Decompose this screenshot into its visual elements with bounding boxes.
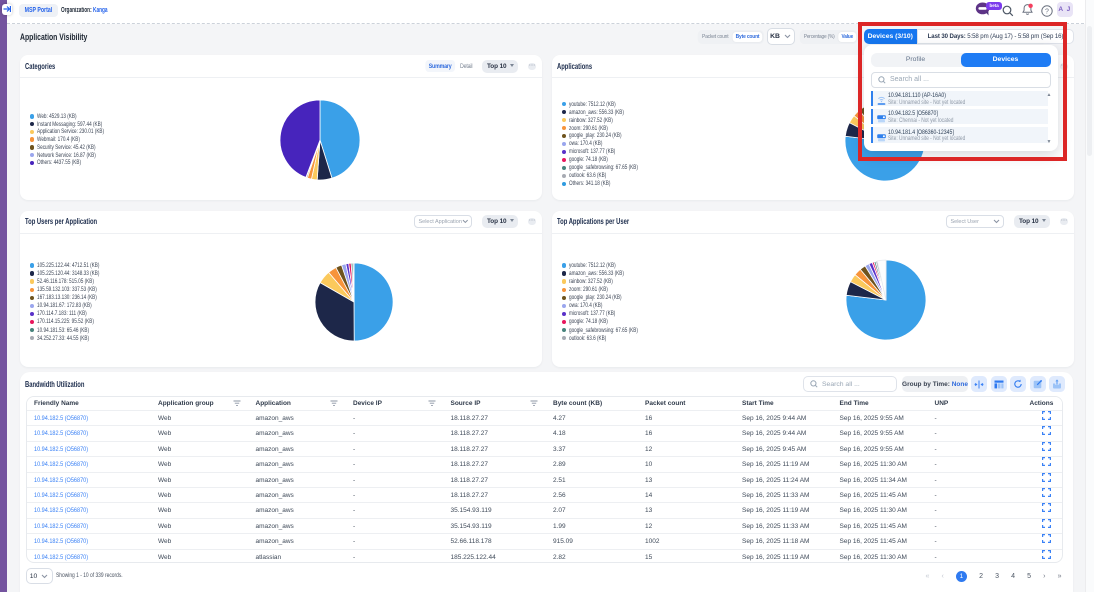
svg-text:?: ? [1045, 8, 1049, 15]
